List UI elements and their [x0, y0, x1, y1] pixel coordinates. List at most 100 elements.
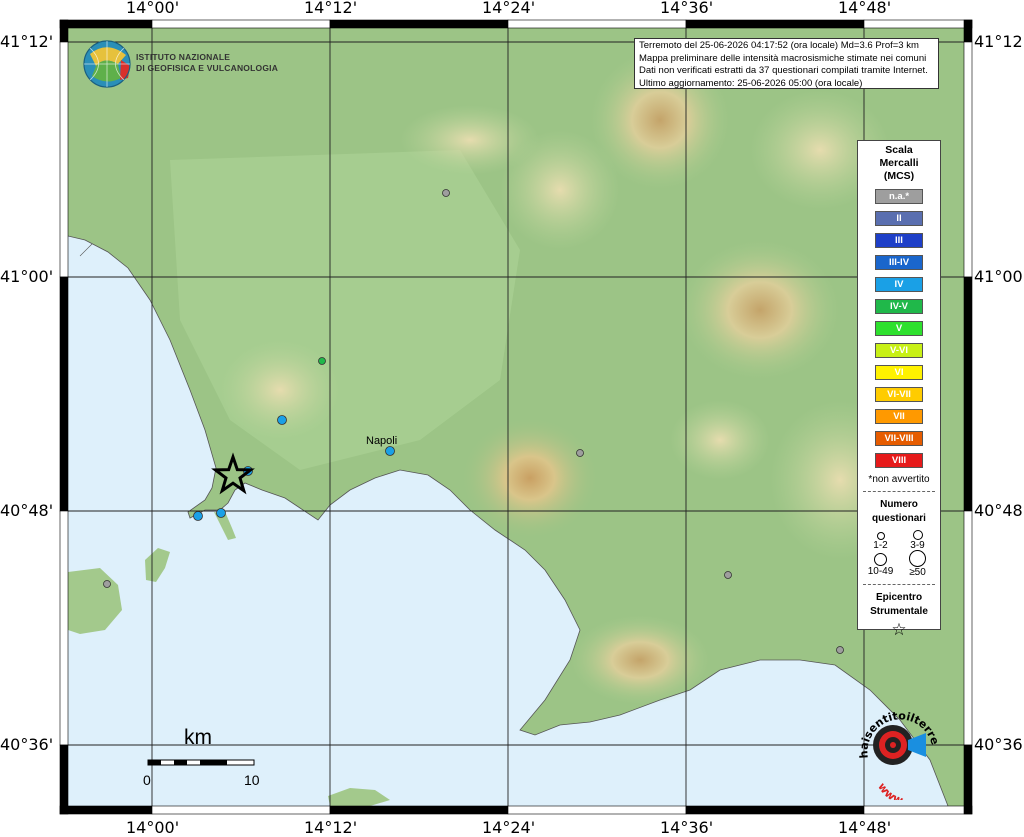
mcs-swatch-list: n.a.* II III III-IV IV IV-V V V-VI VI VI-VII VII VI… [858, 189, 940, 468]
mcs-swatch: VII-VIII [875, 431, 923, 446]
frame-segment [329, 805, 509, 815]
frame-segment [963, 19, 973, 43]
mcs-swatch: VII [875, 409, 923, 424]
frame-segment [59, 19, 153, 29]
q-size-10-49: 10-49 [862, 553, 899, 578]
q-size-3-9: 3-9 [899, 528, 936, 551]
epicenter-title: Epicentro Strumentale [858, 591, 940, 619]
epicenter-title-line-2: Strumentale [870, 606, 928, 617]
tick-label: 40°48' [974, 501, 1024, 520]
mcs-swatch: IV-V [875, 299, 923, 314]
tick-label: 41°00' [974, 267, 1024, 286]
observation-marker [442, 189, 450, 197]
frame-segment [59, 805, 153, 815]
observation-marker [103, 580, 111, 588]
mcs-swatch: n.a.* [875, 189, 923, 204]
legend-title-line-1: Scala [885, 144, 913, 156]
mcs-swatch: VI-VII [875, 387, 923, 402]
tick-label: 14°48' [838, 0, 892, 17]
observation-marker [216, 508, 226, 518]
tick-label: 41°00' [0, 267, 54, 286]
frame-segment [685, 19, 865, 29]
frame-segment [151, 19, 331, 29]
scale-unit-label: km [184, 726, 212, 749]
frame-segment [963, 276, 973, 512]
tick-label: 40°36' [974, 735, 1024, 754]
legend-title-line-2: Mercalli [879, 157, 919, 169]
observation-marker [724, 571, 732, 579]
scale-bar [147, 759, 255, 766]
questionnaire-title-line-2: questionari [872, 513, 926, 524]
event-info-box: Terremoto del 25-06-2026 04:17:52 (ora l… [634, 38, 939, 89]
legend-title-line-3: (MCS) [883, 170, 915, 182]
mcs-swatch: IV [875, 277, 923, 292]
frame-segment [59, 510, 69, 746]
tick-label: 14°36' [660, 818, 714, 837]
frame-segment [863, 19, 973, 29]
scale-end-label: 10 [244, 772, 260, 788]
epicenter-title-line-1: Epicentro [875, 592, 923, 603]
observation-marker [385, 446, 395, 456]
tick-label: 41°12' [974, 32, 1024, 51]
tick-label: 14°24' [482, 0, 536, 17]
observation-marker [576, 449, 584, 457]
legend-title: Scala Mercalli (MCS) [858, 144, 940, 183]
q-size-label: 10-49 [867, 566, 894, 577]
frame-segment [963, 41, 973, 278]
haisentito-logo-icon: haisentitoilterremoto.it www. [842, 690, 941, 808]
observation-marker [836, 646, 844, 654]
haisentito-logo: haisentitoilterremoto.it www. [842, 690, 948, 808]
q-size-50-plus: ≥50 [899, 550, 936, 578]
frame-segment [59, 276, 69, 512]
tick-label: 14°12' [304, 0, 358, 17]
tick-label: 14°00' [126, 818, 180, 837]
tick-label: 41°12' [0, 32, 54, 51]
frame-segment [59, 744, 69, 815]
mcs-swatch: VIII [875, 453, 923, 468]
scale-start-label: 0 [143, 772, 151, 788]
tick-label: 14°12' [304, 818, 358, 837]
frame-segment [685, 805, 865, 815]
epicenter-legend-star-icon: ☆ [891, 620, 907, 639]
frame-segment [59, 41, 69, 278]
ingv-logo-icon [83, 40, 131, 88]
data-note-line: Dati non verificati estratti da 37 quest… [639, 65, 928, 76]
institute-line-2: DI GEOFISICA E VULCANOLOGIA [136, 63, 279, 73]
mcs-swatch: III-IV [875, 255, 923, 270]
svg-text:www.: www. [875, 780, 906, 800]
mcs-swatch: V-VI [875, 343, 923, 358]
questionnaire-size-grid: 1-2 3-9 10-49 ≥50 [862, 528, 936, 578]
observation-marker [318, 357, 326, 365]
observation-marker [277, 415, 287, 425]
not-felt-note: *non avvertito [868, 474, 930, 485]
frame-segment [963, 510, 973, 746]
frame-segment [507, 19, 687, 29]
brand-text-bottom: www. [875, 780, 906, 807]
mcs-swatch: II [875, 211, 923, 226]
observation-marker [193, 511, 203, 521]
frame-segment [151, 805, 331, 815]
institute-name: ISTITUTO NAZIONALE DI GEOFISICA E VULCAN… [136, 52, 278, 74]
mcs-swatch: III [875, 233, 923, 248]
q-size-label: ≥50 [909, 567, 926, 578]
event-line: Terremoto del 25-06-2026 04:17:52 (ora l… [639, 40, 919, 51]
institute-line-1: ISTITUTO NAZIONALE [136, 52, 231, 62]
tick-label: 40°36' [0, 735, 54, 754]
tick-label: 14°24' [482, 818, 536, 837]
frame-segment [863, 805, 973, 815]
legend-panel: Scala Mercalli (MCS) n.a.* II III III-IV IV I… [857, 140, 941, 639]
q-size-label: 1-2 [873, 540, 888, 551]
frame-segment [507, 805, 687, 815]
questionnaire-title-line-1: Numero [880, 499, 918, 510]
city-label-napoli: Napoli [366, 435, 398, 447]
tick-label: 14°36' [660, 0, 714, 17]
mcs-swatch: V [875, 321, 923, 336]
last-update-line: Ultimo aggiornamento: 25-06-2026 05:00 (… [639, 77, 863, 89]
q-size-1-2: 1-2 [862, 528, 899, 551]
questionnaire-title: Numero questionari [858, 498, 940, 526]
mcs-swatch: VI [875, 365, 923, 380]
tick-label: 14°00' [126, 0, 180, 17]
frame-segment [59, 19, 69, 43]
tick-label: 40°48' [0, 501, 54, 520]
map-description-line: Mappa preliminare delle intensità macros… [639, 52, 927, 64]
